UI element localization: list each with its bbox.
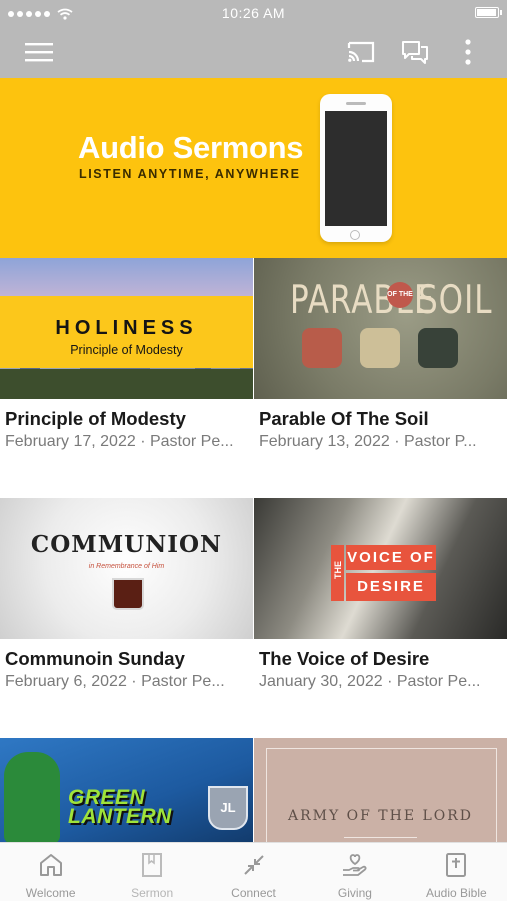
art-title: VOICE OF xyxy=(346,545,436,570)
sermon-title: The Voice of Desire xyxy=(259,648,430,669)
sermon-thumbnail: GREEN LANTERN JL xyxy=(0,738,253,842)
seed-tile xyxy=(302,328,342,368)
sermon-meta: February 17, 2022 · Pastor Pe... xyxy=(5,433,234,450)
giving-hand-icon xyxy=(342,854,367,876)
bookmark-icon xyxy=(142,853,163,877)
seed-tile xyxy=(360,328,400,368)
art-title: COMMUNION xyxy=(30,531,223,558)
battery-icon xyxy=(475,7,502,18)
sermon-card[interactable]: THE VOICE OF DESIRE The Voice of Desire … xyxy=(254,498,507,738)
art-of-badge: OF THE xyxy=(387,282,413,308)
phone-illustration xyxy=(320,94,392,242)
sermon-card[interactable]: COMMUNION in Remembrance of Him Communoi… xyxy=(0,498,253,738)
banner-title: Audio Sermons xyxy=(78,130,304,165)
app-bar xyxy=(0,26,507,78)
sermon-thumbnail: COMMUNION in Remembrance of Him xyxy=(0,498,253,639)
sermon-card[interactable]: ARMY OF THE LORD xyxy=(254,738,507,842)
sermon-thumbnail: PARABLE OF THE SOIL xyxy=(254,258,507,399)
tab-connect[interactable]: Connect xyxy=(203,843,304,901)
status-time: 10:26 AM xyxy=(221,5,286,21)
home-icon xyxy=(39,854,62,876)
art-the: THE xyxy=(331,545,344,601)
sermon-title: Principle of Modesty xyxy=(5,408,186,429)
bottom-tab-bar: Welcome Sermon Connect Giving Audio Bibl… xyxy=(0,842,507,901)
bible-icon xyxy=(446,853,467,877)
art-word: PARABLE xyxy=(290,278,435,323)
tab-welcome[interactable]: Welcome xyxy=(0,843,101,901)
sermon-title: Parable Of The Soil xyxy=(259,408,429,429)
audio-sermons-banner[interactable]: Audio Sermons LISTEN ANYTIME, ANYWHERE xyxy=(0,78,507,258)
sermon-thumbnail: ARMY OF THE LORD xyxy=(254,738,507,842)
league-badge: JL xyxy=(208,786,248,830)
tab-sermon[interactable]: Sermon xyxy=(101,843,202,901)
tab-audio-bible[interactable]: Audio Bible xyxy=(406,843,507,901)
sermon-card[interactable]: HOLINESS Principle of Modesty Principle … xyxy=(0,258,253,498)
communion-cup xyxy=(112,578,144,610)
status-bar: 10:26 AM xyxy=(0,0,507,26)
sermon-meta: February 13, 2022 · Pastor P... xyxy=(259,433,477,450)
sermon-meta: February 6, 2022 · Pastor Pe... xyxy=(5,673,225,690)
tab-label: Audio Bible xyxy=(425,886,487,900)
hero-figure xyxy=(4,752,60,842)
sermon-thumbnail: HOLINESS Principle of Modesty xyxy=(0,258,253,399)
sermon-card[interactable]: PARABLE OF THE SOIL Parable Of The Soil … xyxy=(254,258,507,498)
hamburger-menu-icon[interactable] xyxy=(17,26,61,78)
tab-label: Sermon xyxy=(131,886,174,900)
art-title: HOLINESS xyxy=(55,317,198,339)
cast-icon[interactable] xyxy=(339,26,383,78)
sermon-title: Communoin Sunday xyxy=(5,648,185,669)
art-title: DESIRE xyxy=(346,573,436,601)
art-word: SOIL xyxy=(418,278,493,323)
tab-label: Connect xyxy=(231,886,276,900)
tab-label: Welcome xyxy=(25,886,76,900)
art-title: ARMY OF THE LORD xyxy=(287,808,474,824)
banner-subtitle: LISTEN ANYTIME, ANYWHERE xyxy=(79,167,301,181)
sermon-meta: January 30, 2022 · Pastor Pe... xyxy=(259,673,481,690)
tab-label: Giving xyxy=(337,886,372,900)
sermon-thumbnail: THE VOICE OF DESIRE xyxy=(254,498,507,639)
connect-arrows-icon xyxy=(243,855,264,875)
sermon-card[interactable]: GREEN LANTERN JL xyxy=(0,738,253,842)
chat-icon[interactable] xyxy=(393,26,437,78)
art-subtitle: in Remembrance of Him xyxy=(88,563,165,570)
more-vert-icon[interactable] xyxy=(446,26,490,78)
tab-giving[interactable]: Giving xyxy=(304,843,405,901)
seed-tile xyxy=(418,328,458,368)
art-subtitle: Principle of Modesty xyxy=(70,343,183,357)
